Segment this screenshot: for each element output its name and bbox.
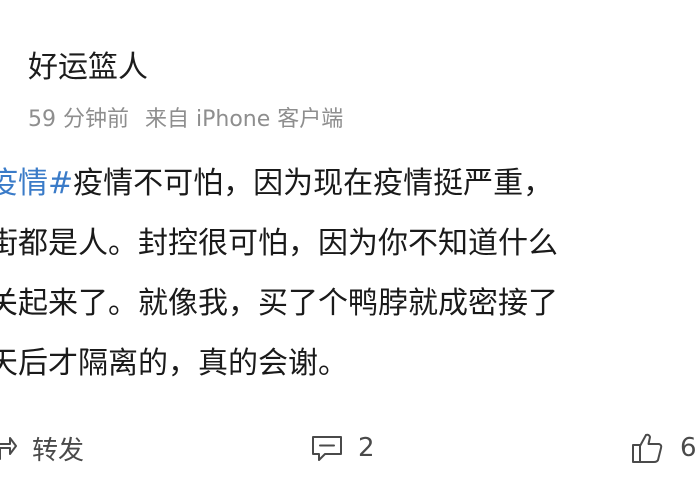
forward-icon <box>0 433 18 463</box>
thumbs-up-icon <box>630 430 666 466</box>
weibo-post-card: 好运篮人 59 分钟前 来自 iPhone 客户端 疫情#疫情不可怕，因为现在疫情… <box>0 0 700 500</box>
forward-button[interactable]: 转发 <box>0 428 84 468</box>
like-count: 6 <box>680 433 697 463</box>
post-source: 来自 iPhone 客户端 <box>145 107 344 132</box>
post-body: 疫情#疫情不可怕，因为现在疫情挺严重， 街都是人。封控很可怕，因为你不知道什么 … <box>0 162 700 402</box>
like-button[interactable]: 6 <box>630 428 697 468</box>
comment-count: 2 <box>358 433 375 463</box>
post-line-3: 关起来了。就像我，买了个鸭脖就成密接了 <box>0 282 700 342</box>
comment-button[interactable]: 2 <box>310 428 375 468</box>
post-text-4: 天后才隔离的，真的会谢。 <box>0 346 348 381</box>
post-text-1: 疫情不可怕，因为现在疫情挺严重， <box>73 166 554 201</box>
forward-label: 转发 <box>32 435 85 466</box>
post-line-4: 天后才隔离的，真的会谢。 <box>0 342 700 402</box>
hashtag-link[interactable]: 疫情# <box>0 166 73 201</box>
post-line-2: 街都是人。封控很可怕，因为你不知道什么 <box>0 222 700 282</box>
action-bar: 转发 2 6 <box>0 420 700 476</box>
post-text-2: 街都是人。封控很可怕，因为你不知道什么 <box>0 226 558 261</box>
post-text-3: 关起来了。就像我，买了个鸭脖就成密接了 <box>0 286 558 321</box>
comment-icon <box>310 433 344 463</box>
username[interactable]: 好运篮人 <box>28 50 148 86</box>
post-meta: 59 分钟前 来自 iPhone 客户端 <box>28 106 343 134</box>
post-time: 59 分钟前 <box>28 107 129 132</box>
post-line-1: 疫情#疫情不可怕，因为现在疫情挺严重， <box>0 162 700 222</box>
